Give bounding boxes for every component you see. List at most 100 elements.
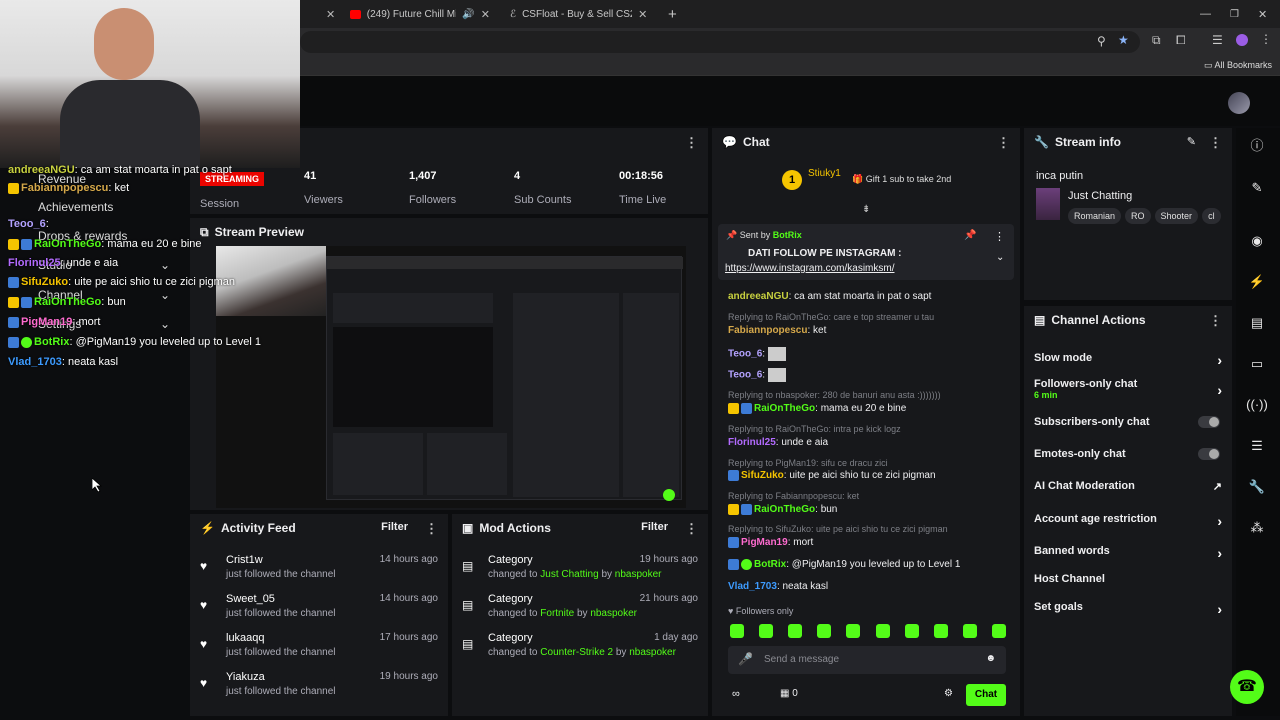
external-link-icon: ↗ [1212,481,1222,493]
mic-icon[interactable]: 🎤 [738,652,753,666]
gear-icon[interactable]: ⚙ [944,688,953,699]
activity-feed-header: ⚡ Activity Feed [200,521,296,535]
chat-message: PigMan19: mort [728,537,813,548]
followers-only-action[interactable]: Followers-only chat 6 min › [1034,378,1222,400]
emote-icon[interactable] [759,624,774,638]
minimize-icon[interactable]: — [1192,3,1219,25]
menu-achievements[interactable]: Achievements [38,200,113,214]
more-options-icon[interactable]: ⋮ [1209,135,1222,151]
url-field[interactable] [300,31,1140,53]
followers-only-indicator: ♥ Followers only [728,606,794,616]
pin-icon[interactable]: 📌 [964,230,976,241]
puzzle-icon[interactable]: ⧠ [1176,33,1186,48]
more-options-icon[interactable]: ⋮ [425,521,438,537]
emoji-icon[interactable]: ☻ [985,653,996,664]
nodes-icon[interactable]: ⁂ [1246,517,1268,539]
slow-mode-action[interactable]: Slow mode › [1034,352,1222,368]
preview-video[interactable] [216,246,686,508]
reply-context: Replying to nbaspoker: 280 de banuri anu… [728,390,941,400]
emote-icon[interactable] [875,624,890,638]
chevron-down-icon[interactable]: ⌄ [160,317,170,331]
chevron-down-icon[interactable]: ⌄ [160,288,170,302]
emote-icon[interactable] [991,624,1006,638]
wrench-icon[interactable]: 🔧 [1246,476,1268,498]
chat-message: SifuZuko: uite pe aici shio tu ce zici p… [728,470,936,481]
chat-input[interactable]: 🎤 Send a message ☻ [728,646,1006,674]
heart-icon: ♥ [200,637,208,651]
more-options-icon[interactable]: ⋮ [685,135,698,151]
more-options-icon[interactable]: ⋮ [685,521,698,537]
more-options-icon[interactable]: ⋮ [994,230,1005,243]
chat-send-button[interactable]: Chat [966,684,1006,706]
chat-message: Florinul25: unde e aia [728,437,829,448]
subscribers-only-toggle[interactable] [1198,416,1220,428]
chat-message: andreeaNGU: ca am stat moarta in pat o s… [728,291,932,302]
banned-words-action[interactable]: Banned words › [1034,545,1222,561]
gifter-name[interactable]: Stiuky1 [808,168,841,179]
points-display[interactable]: ▦ 0 [780,688,798,699]
pencil-icon[interactable]: ✎ [1246,177,1268,199]
support-button[interactable]: ☎ [1230,670,1264,704]
close-icon[interactable]: ✕ [326,8,335,21]
tab-youtube[interactable]: (249) Future Chill Mix [ Par... 🔊 ✕ [342,3,498,25]
edit-icon[interactable]: ✎ [1187,135,1196,148]
emote-icon[interactable] [730,624,744,638]
activity-filter-button[interactable]: Filter [381,521,408,533]
tab-csfloat[interactable]: ℰ CSFloat - Buy & Sell CS2 Skins o... ✕ [502,3,658,25]
emote-icon[interactable] [788,624,803,638]
new-tab-button[interactable]: + [660,3,685,25]
window-close-icon[interactable]: ✕ [1250,3,1275,25]
profile-avatar[interactable] [1236,34,1248,46]
ai-moderation-action[interactable]: AI Chat Moderation ↗ [1034,480,1222,493]
list-item: ▤ Category changed to Just Chatting by nba… [462,554,698,580]
camera-icon[interactable]: ◉ [1246,230,1268,252]
broadcast-icon[interactable]: ((·)) [1246,394,1268,416]
emotes-only-toggle[interactable] [1198,448,1220,460]
chat-settings-icon[interactable]: ∞ [732,688,740,700]
set-goals-action[interactable]: Set goals › [1034,601,1222,617]
emote-icon[interactable] [962,624,977,638]
chat-icon[interactable]: ▭ [1246,353,1268,375]
time-live-stat: 00:18:56 Time Live [619,170,667,206]
stream-preview-panel: ⧉ Stream Preview [190,218,708,510]
chevron-down-icon[interactable]: ⌄ [996,252,1004,263]
document-icon[interactable]: ▤ [1246,312,1268,334]
info-icon[interactable]: ⓘ [1246,135,1268,157]
chat-message: BotRix: @PigMan19 you leveled up to Leve… [728,559,960,570]
layout-icon[interactable]: ☰ [1246,435,1268,457]
zoom-icon[interactable]: ⚲ [1097,34,1106,48]
star-icon[interactable]: ★ [1118,33,1129,47]
close-icon[interactable]: ✕ [481,8,490,21]
collapse-icon[interactable]: ⇟ [862,204,870,215]
emote-icon[interactable] [817,624,832,638]
mod-filter-button[interactable]: Filter [641,521,668,533]
all-bookmarks[interactable]: ▭ All Bookmarks [1204,60,1272,71]
close-icon[interactable]: ✕ [638,8,647,21]
chevron-down-icon[interactable]: ⌄ [160,258,170,272]
speaker-icon[interactable]: 🔊 [462,9,474,20]
mouse-cursor-icon [92,478,102,492]
emotes-only-action[interactable]: Emotes-only chat [1034,448,1222,460]
list-item: ♥ Sweet_05 just followed the channel 14 hou… [200,593,438,619]
sidebar-icon[interactable]: ☰ [1212,33,1223,47]
pinned-link[interactable]: https://www.instagram.com/kasimksm/ [725,263,894,274]
menu-icon[interactable]: ⋮ [1260,32,1272,46]
list-item: ♥ Yiakuza just followed the channel 19 hour… [200,671,438,697]
host-channel-action[interactable]: Host Channel [1034,573,1222,585]
viewers-stat: 41 Viewers [304,170,343,206]
account-age-action[interactable]: Account age restriction › [1034,513,1222,529]
emote-icon[interactable] [933,624,948,638]
emote-icon[interactable] [846,624,861,638]
heart-icon: ♥ [200,676,208,690]
subscribers-only-action[interactable]: Subscribers-only chat [1034,416,1222,428]
user-avatar[interactable] [1228,92,1250,114]
extension-icon[interactable]: ⧉ [1152,33,1161,48]
more-options-icon[interactable]: ⋮ [1209,313,1222,329]
lightning-icon[interactable]: ⚡ [1246,271,1268,293]
restore-icon[interactable]: ❐ [1222,3,1247,25]
more-options-icon[interactable]: ⋮ [997,135,1010,151]
overlay-chat-line: Vlad_1703: neata kasl [8,356,119,368]
tab-close-previous[interactable]: ✕ [318,3,343,25]
emote-icon[interactable] [904,624,919,638]
list-item: ▤ Category changed to Counter-Strike 2 by … [462,632,698,658]
